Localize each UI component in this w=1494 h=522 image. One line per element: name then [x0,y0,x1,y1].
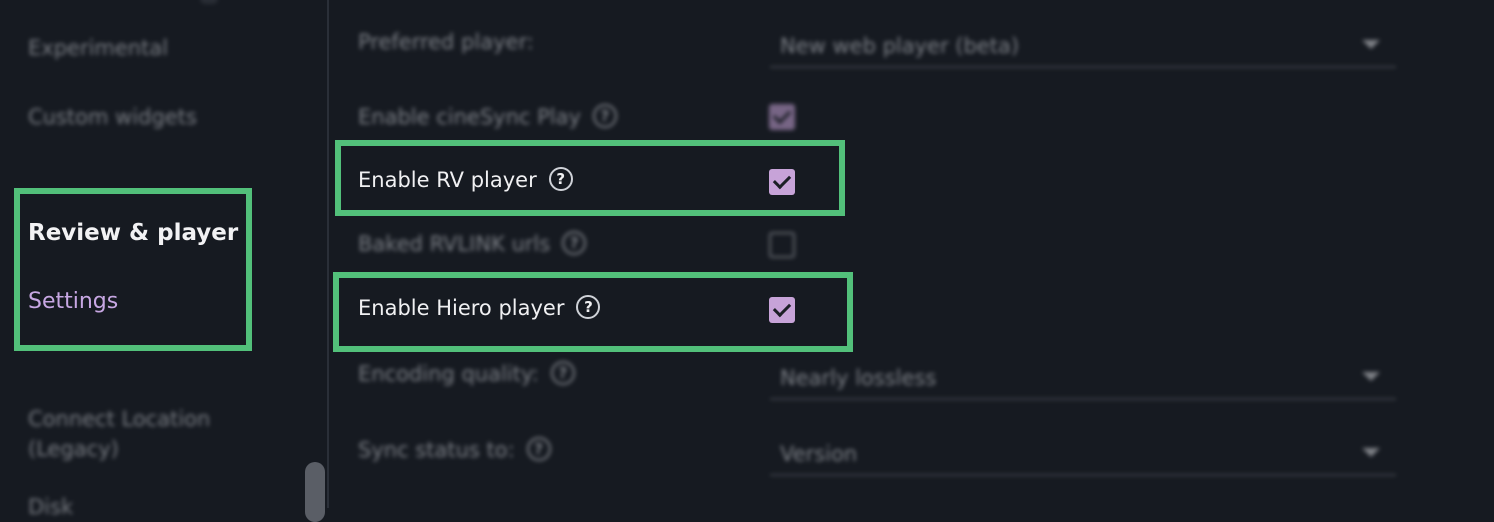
sync-status-text: Sync status to: [358,438,515,462]
enable-cinesync-text: Enable cineSync Play [358,105,581,129]
help-icon[interactable]: ? [526,437,551,461]
encoding-quality-value: Nearly lossless [780,366,937,390]
preferred-player-label: Preferred player: [358,30,534,54]
hiero-highlight-box [333,272,853,352]
sidebar-item-experimental[interactable]: Experimental [28,36,168,60]
help-icon[interactable]: ? [550,361,575,385]
sync-status-label: Sync status to:? [358,437,551,463]
sidebar-scrollbar[interactable] [305,462,325,522]
sidebar-item-disk[interactable]: Disk [28,495,73,519]
enable-cinesync-checkbox[interactable] [769,104,795,130]
chevron-down-icon [1362,448,1380,457]
help-icon[interactable]: ? [562,231,587,255]
baked-rvlink-label: Baked RVLINK urls? [358,231,587,257]
sidebar-scroll-nub [200,0,218,4]
sync-status-value: Version [780,442,858,466]
preferred-player-value: New web player (beta) [780,34,1020,58]
encoding-quality-text: Encoding quality: [358,362,539,386]
encoding-quality-label: Encoding quality:? [358,361,575,387]
sidebar-item-legacy[interactable]: (Legacy) [28,437,119,461]
baked-rvlink-text: Baked RVLINK urls [358,232,551,256]
preferred-player-select[interactable]: New web player (beta) [770,26,1396,68]
chevron-down-icon [1362,372,1380,381]
enable-cinesync-label: Enable cineSync Play? [358,104,617,130]
sidebar-item-connect-location[interactable]: Connect Location [28,407,210,431]
chevron-down-icon [1362,40,1380,49]
sync-status-select[interactable]: Version [770,434,1396,476]
encoding-quality-select[interactable]: Nearly lossless [770,358,1396,400]
sidebar-item-custom-widgets[interactable]: Custom widgets [28,105,197,129]
baked-rvlink-checkbox[interactable] [769,232,795,258]
rv-highlight-box [335,140,845,216]
help-icon[interactable]: ? [592,104,617,128]
sidebar-highlight-box [14,188,252,351]
